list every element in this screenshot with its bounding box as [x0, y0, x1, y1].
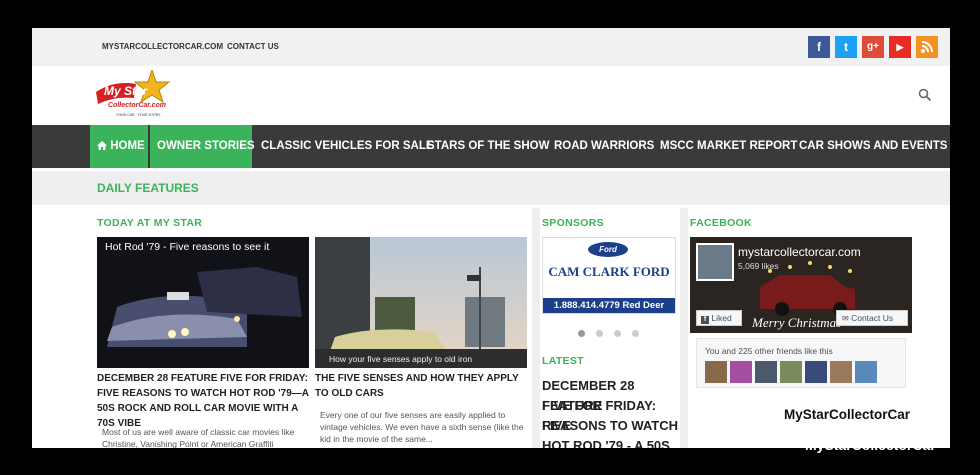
nav-stars-of-show[interactable]: STARS OF THE SHOW: [427, 125, 549, 168]
rss-icon[interactable]: [916, 36, 938, 58]
friend-avatar[interactable]: [855, 361, 877, 383]
friend-avatar[interactable]: [730, 361, 752, 383]
latest-headline-line[interactable]: HOT ROD '79 - A 50S: [542, 436, 682, 448]
sponsor-ad-cam-clark-ford[interactable]: Ford CAM CLARK FORD 1.888.414.4779 Red D…: [542, 237, 676, 314]
sponsor-phone: 1.888.414.4779 Red Deer: [543, 298, 675, 313]
site-logo[interactable]: My Star CollectorCar.com YOUR CAR · YOUR…: [94, 68, 174, 122]
friend-avatar[interactable]: [830, 361, 852, 383]
google-plus-icon[interactable]: g+: [862, 36, 884, 58]
nav-classic-vehicles[interactable]: CLASSIC VEHICLES FOR SALE: [261, 125, 434, 168]
facebook-icon[interactable]: f: [808, 36, 830, 58]
nav-owner-stories[interactable]: OWNER STORIES: [150, 125, 255, 168]
article-headline[interactable]: THE FIVE SENSES AND HOW THEY APPLY TO OL…: [315, 371, 527, 401]
watermark-light: MyStarCollectorCar: [805, 437, 936, 453]
main-nav: HOME OWNER STORIES CLASSIC VEHICLES FOR …: [32, 125, 950, 168]
facebook-section-title: FACEBOOK: [690, 217, 752, 229]
article-excerpt: Most of us are well aware of classic car…: [102, 427, 295, 448]
youtube-icon[interactable]: ▶: [889, 36, 911, 58]
article-image-senses[interactable]: How your five senses apply to old iron: [315, 237, 527, 368]
page-frame: MYSTARCOLLECTORCAR.COM CONTACT US f t g+…: [32, 28, 950, 448]
latest-section-title: LATEST: [542, 355, 584, 367]
nav-home[interactable]: HOME: [90, 125, 148, 168]
mail-icon: ✉: [842, 314, 849, 323]
latest-headline-line[interactable]: REASONS TO WATCH: [542, 416, 682, 436]
daily-features-bar: DAILY FEATURES: [32, 171, 950, 205]
facebook-page-widget[interactable]: mystarcollectorcar.com 5,069 likes Merry…: [690, 237, 912, 333]
article-image-caption: How your five senses apply to old iron: [329, 354, 473, 364]
facebook-liked-label: Liked: [711, 313, 732, 323]
top-bar: MYSTARCOLLECTORCAR.COM CONTACT US f t g+…: [32, 28, 950, 66]
daily-features-label[interactable]: DAILY FEATURES: [97, 181, 199, 195]
facebook-friends-text: You and 225 other friends like this: [705, 346, 833, 356]
friend-avatar[interactable]: [805, 361, 827, 383]
facebook-f-icon: f: [701, 316, 709, 324]
article-image-hotrod[interactable]: Hot Rod '79 - Five reasons to see it: [97, 237, 309, 368]
nav-road-warriors[interactable]: ROAD WARRIORS: [554, 125, 654, 168]
facebook-friends-box: You and 225 other friends like this: [696, 338, 906, 388]
facebook-banner-text: Merry Christmas: [752, 315, 842, 330]
carousel-dot[interactable]: [614, 330, 621, 337]
facebook-liked-button[interactable]: f Liked: [696, 310, 742, 326]
watermark-dark: MyStarCollectorCar: [784, 407, 911, 422]
logo-text-domain: CollectorCar.com: [108, 102, 166, 109]
twitter-icon[interactable]: t: [835, 36, 857, 58]
sponsors-section-title: SPONSORS: [542, 217, 604, 229]
nav-car-shows[interactable]: CAR SHOWS AND EVENTS: [799, 125, 947, 168]
facebook-contact-button[interactable]: ✉ Contact Us: [836, 310, 908, 326]
contact-us-link[interactable]: CONTACT US: [227, 42, 279, 51]
article-excerpt: Every one of our five senses are easily …: [320, 410, 524, 444]
home-icon: [97, 141, 107, 150]
friend-avatar[interactable]: [755, 361, 777, 383]
logo-text-main: My Star: [104, 84, 148, 98]
logo-tagline: YOUR CAR · YOUR STORY: [116, 113, 161, 117]
friend-avatar[interactable]: [780, 361, 802, 383]
ford-logo: Ford: [588, 242, 628, 257]
carousel-dot[interactable]: [596, 330, 603, 337]
site-home-link[interactable]: MYSTARCOLLECTORCAR.COM: [102, 42, 223, 51]
facebook-likes-count: 5,069 likes: [738, 261, 779, 271]
facebook-page-name[interactable]: mystarcollectorcar.com: [738, 245, 861, 259]
friend-avatar[interactable]: [705, 361, 727, 383]
carousel-dot-active[interactable]: [578, 330, 585, 337]
article-headline[interactable]: DECEMBER 28 FEATURE FIVE FOR FRIDAY: FIV…: [97, 371, 309, 431]
nav-market-report[interactable]: MSCC MARKET REPORT: [660, 125, 797, 168]
sponsor-dealer-name: CAM CLARK FORD: [548, 264, 670, 279]
today-section-title: TODAY AT MY STAR: [97, 217, 203, 229]
article-image-caption: Hot Rod '79 - Five reasons to see it: [105, 241, 270, 253]
carousel-dot[interactable]: [632, 330, 639, 337]
facebook-page-avatar[interactable]: [696, 243, 734, 281]
facebook-contact-label: Contact Us: [851, 313, 894, 323]
column-divider: [532, 208, 540, 448]
nav-home-label: HOME: [110, 140, 145, 152]
search-icon[interactable]: [918, 88, 932, 102]
